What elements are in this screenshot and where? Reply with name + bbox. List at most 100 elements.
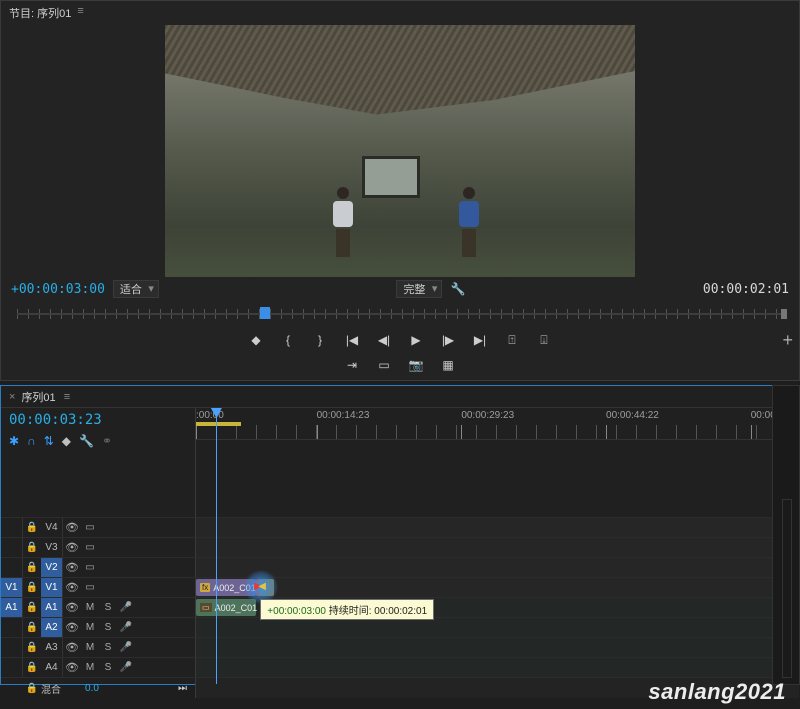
- source-patch-a1[interactable]: A1: [1, 598, 23, 617]
- overwrite-icon[interactable]: ▭: [375, 356, 393, 374]
- voiceover-icon[interactable]: 🎤: [117, 642, 135, 653]
- go-out-icon[interactable]: ▶|: [471, 331, 489, 349]
- track-content-v2[interactable]: [196, 558, 799, 577]
- mute-icon[interactable]: 👁: [63, 641, 81, 654]
- timeline-close-icon[interactable]: ×: [9, 391, 15, 403]
- mute-icon[interactable]: 👁: [63, 661, 81, 674]
- mute-button[interactable]: M: [81, 662, 99, 673]
- timeline-playhead[interactable]: [216, 408, 217, 684]
- insert-icon[interactable]: ⇥: [343, 356, 361, 374]
- source-patch-a4[interactable]: [1, 658, 23, 677]
- track-content-a4[interactable]: [196, 658, 799, 677]
- source-patch-v3[interactable]: [1, 538, 23, 557]
- track-target-v4[interactable]: V4: [41, 518, 63, 537]
- lock-icon[interactable]: 🔒: [23, 642, 41, 653]
- track-content-a1[interactable]: ▭A002_C01+00:00:03:00 持续时间: 00:00:02:01: [196, 598, 799, 617]
- track-target-a1[interactable]: A1: [41, 598, 63, 617]
- solo-button[interactable]: S: [99, 622, 117, 633]
- program-duration-timecode[interactable]: 00:00:02:01: [703, 282, 789, 297]
- solo-button[interactable]: S: [99, 662, 117, 673]
- playback-resolution-select[interactable]: 完整: [396, 280, 442, 298]
- source-patch-v4[interactable]: [1, 518, 23, 537]
- source-patch-v2[interactable]: [1, 558, 23, 577]
- timeline-menu-icon[interactable]: ≡: [64, 391, 70, 403]
- skip-icon[interactable]: ⏭: [178, 683, 187, 694]
- track-output-icon[interactable]: ▭: [81, 582, 99, 593]
- lock-icon[interactable]: 🔒: [23, 622, 41, 633]
- lock-icon[interactable]: 🔒: [23, 662, 41, 673]
- scrub-playhead-handle[interactable]: [260, 307, 270, 319]
- marker-icon[interactable]: ◆: [62, 434, 71, 448]
- lock-icon[interactable]: 🔒: [23, 522, 41, 533]
- extract-icon[interactable]: ⍗: [535, 331, 553, 349]
- track-target-a3[interactable]: A3: [41, 638, 63, 657]
- mute-button[interactable]: M: [81, 642, 99, 653]
- wrench-icon[interactable]: 🔧: [79, 434, 94, 448]
- timeline-tab-label[interactable]: 序列01: [21, 389, 55, 405]
- track-target-a4[interactable]: A4: [41, 658, 63, 677]
- lock-icon[interactable]: 🔒: [23, 602, 41, 613]
- mute-icon[interactable]: 👁: [63, 601, 81, 614]
- track-target-v2[interactable]: V2: [41, 558, 63, 577]
- track-output-icon[interactable]: ▭: [81, 562, 99, 573]
- panel-menu-icon[interactable]: ≡: [77, 5, 83, 21]
- voiceover-icon[interactable]: 🎤: [117, 662, 135, 673]
- mute-button[interactable]: M: [81, 622, 99, 633]
- step-back-icon[interactable]: ◀|: [375, 331, 393, 349]
- export-frame-icon[interactable]: 📷: [407, 356, 425, 374]
- settings-wrench-icon[interactable]: 🔧: [450, 282, 465, 296]
- mark-in-icon[interactable]: ◆: [247, 331, 265, 349]
- clip-a002_c01[interactable]: ▭A002_C01: [196, 599, 256, 616]
- program-tab[interactable]: 节目: 序列01 ≡: [9, 5, 84, 21]
- linked-sel-icon[interactable]: ⇅: [44, 434, 54, 448]
- program-scrub-bar[interactable]: [11, 301, 789, 327]
- track-content-v1[interactable]: fxA002_C01: [196, 578, 799, 597]
- voiceover-icon[interactable]: 🎤: [117, 622, 135, 633]
- go-in-icon[interactable]: |◀: [343, 331, 361, 349]
- mix-value[interactable]: 0.0: [85, 683, 99, 694]
- track-content-a2[interactable]: [196, 618, 799, 637]
- track-content-v4[interactable]: [196, 518, 799, 537]
- eye-icon[interactable]: 👁: [63, 561, 81, 574]
- track-content-a3[interactable]: [196, 638, 799, 657]
- play-icon[interactable]: ▶: [407, 331, 425, 349]
- bracket-close-icon[interactable]: }: [311, 331, 329, 349]
- lock-icon[interactable]: 🔒: [23, 582, 41, 593]
- mute-button[interactable]: M: [81, 602, 99, 613]
- stills-icon[interactable]: ▦: [439, 356, 457, 374]
- track-output-icon[interactable]: ▭: [81, 522, 99, 533]
- lock-icon[interactable]: 🔒: [23, 562, 41, 573]
- zoom-fit-select[interactable]: 适合: [113, 280, 159, 298]
- voiceover-icon[interactable]: 🎤: [117, 602, 135, 613]
- track-target-a2[interactable]: A2: [41, 618, 63, 637]
- add-button-editor-icon[interactable]: +: [782, 330, 793, 351]
- program-in-timecode[interactable]: +00:00:03:00: [11, 282, 105, 297]
- eye-icon[interactable]: 👁: [63, 541, 81, 554]
- lift-icon[interactable]: ⍐: [503, 331, 521, 349]
- link-icon[interactable]: ⚭: [102, 434, 112, 448]
- track-output-icon[interactable]: ▭: [81, 542, 99, 553]
- eye-icon[interactable]: 👁: [63, 521, 81, 534]
- solo-button[interactable]: S: [99, 642, 117, 653]
- magnet-icon[interactable]: ∩: [27, 434, 36, 448]
- timeline-ruler[interactable]: :00:0000:00:14:2300:00:29:2300:00:44:220…: [196, 408, 799, 440]
- solo-button[interactable]: S: [99, 602, 117, 613]
- source-patch-a3[interactable]: [1, 638, 23, 657]
- track-target-v3[interactable]: V3: [41, 538, 63, 557]
- step-fwd-icon[interactable]: |▶: [439, 331, 457, 349]
- lock-icon[interactable]: 🔒: [23, 542, 41, 553]
- snap-icon[interactable]: ✱: [9, 434, 19, 448]
- lock-icon[interactable]: 🔒: [23, 683, 41, 694]
- source-patch-v1[interactable]: V1: [1, 578, 23, 597]
- work-area-bar[interactable]: [196, 422, 241, 426]
- track-row-a4: 🔒A4👁MS🎤: [1, 658, 799, 678]
- timeline-timecode[interactable]: 00:00:03:23: [1, 408, 195, 432]
- source-patch-a2[interactable]: [1, 618, 23, 637]
- track-head-v1: V1🔒V1👁▭: [1, 578, 196, 597]
- mute-icon[interactable]: 👁: [63, 621, 81, 634]
- track-target-v1[interactable]: V1: [41, 578, 63, 597]
- track-content-v3[interactable]: [196, 538, 799, 557]
- bracket-open-icon[interactable]: {: [279, 331, 297, 349]
- viewer-area[interactable]: [1, 25, 799, 277]
- eye-icon[interactable]: 👁: [63, 581, 81, 594]
